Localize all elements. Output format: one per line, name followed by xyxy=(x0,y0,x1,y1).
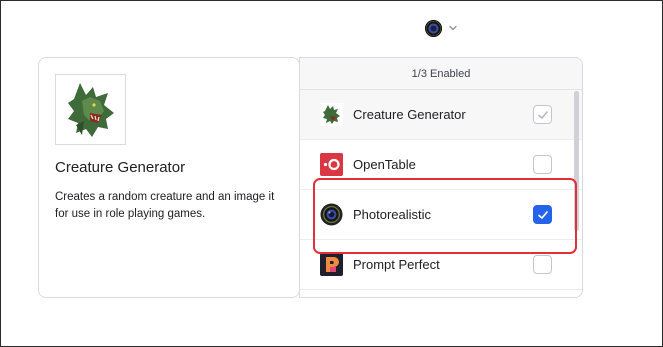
plugin-title: Creature Generator xyxy=(55,159,186,176)
check-icon xyxy=(537,210,548,219)
list-scrollbar[interactable] xyxy=(574,91,579,231)
plugin-description: Creates a random creature and an image i… xyxy=(55,191,275,220)
opentable-icon xyxy=(320,153,343,176)
werewolf-icon xyxy=(67,82,114,137)
werewolf-icon xyxy=(320,103,343,126)
enable-checkbox[interactable] xyxy=(533,255,552,274)
enable-checkbox[interactable] xyxy=(533,105,552,124)
creature-generator-logo xyxy=(55,74,126,145)
list-item-label: Prompt Perfect xyxy=(353,257,440,272)
list-item-photorealistic[interactable]: Photorealistic xyxy=(300,190,582,240)
check-icon xyxy=(537,110,548,119)
plugin-selector[interactable] xyxy=(425,18,458,38)
chevron-down-icon xyxy=(449,25,457,31)
enabled-count: 1/3 Enabled xyxy=(300,58,582,90)
list-item-label: OpenTable xyxy=(353,157,416,172)
enable-checkbox[interactable] xyxy=(533,205,552,224)
plugin-detail-card: Creature Generator Creates a random crea… xyxy=(38,57,300,298)
photorealistic-lens-icon xyxy=(425,19,442,37)
list-item-opentable[interactable]: OpenTable xyxy=(300,140,582,190)
list-item-label: Photorealistic xyxy=(353,207,432,222)
list-item-label: Creature Generator xyxy=(353,107,466,122)
plugin-list: 1/3 Enabled Creature Generator OpenTable xyxy=(299,57,583,298)
camera-lens-icon xyxy=(320,203,343,226)
prompt-perfect-icon xyxy=(320,253,343,276)
enable-checkbox[interactable] xyxy=(533,155,552,174)
list-item-creature-generator[interactable]: Creature Generator xyxy=(300,90,582,140)
list-item-prompt-perfect[interactable]: Prompt Perfect xyxy=(300,240,582,290)
